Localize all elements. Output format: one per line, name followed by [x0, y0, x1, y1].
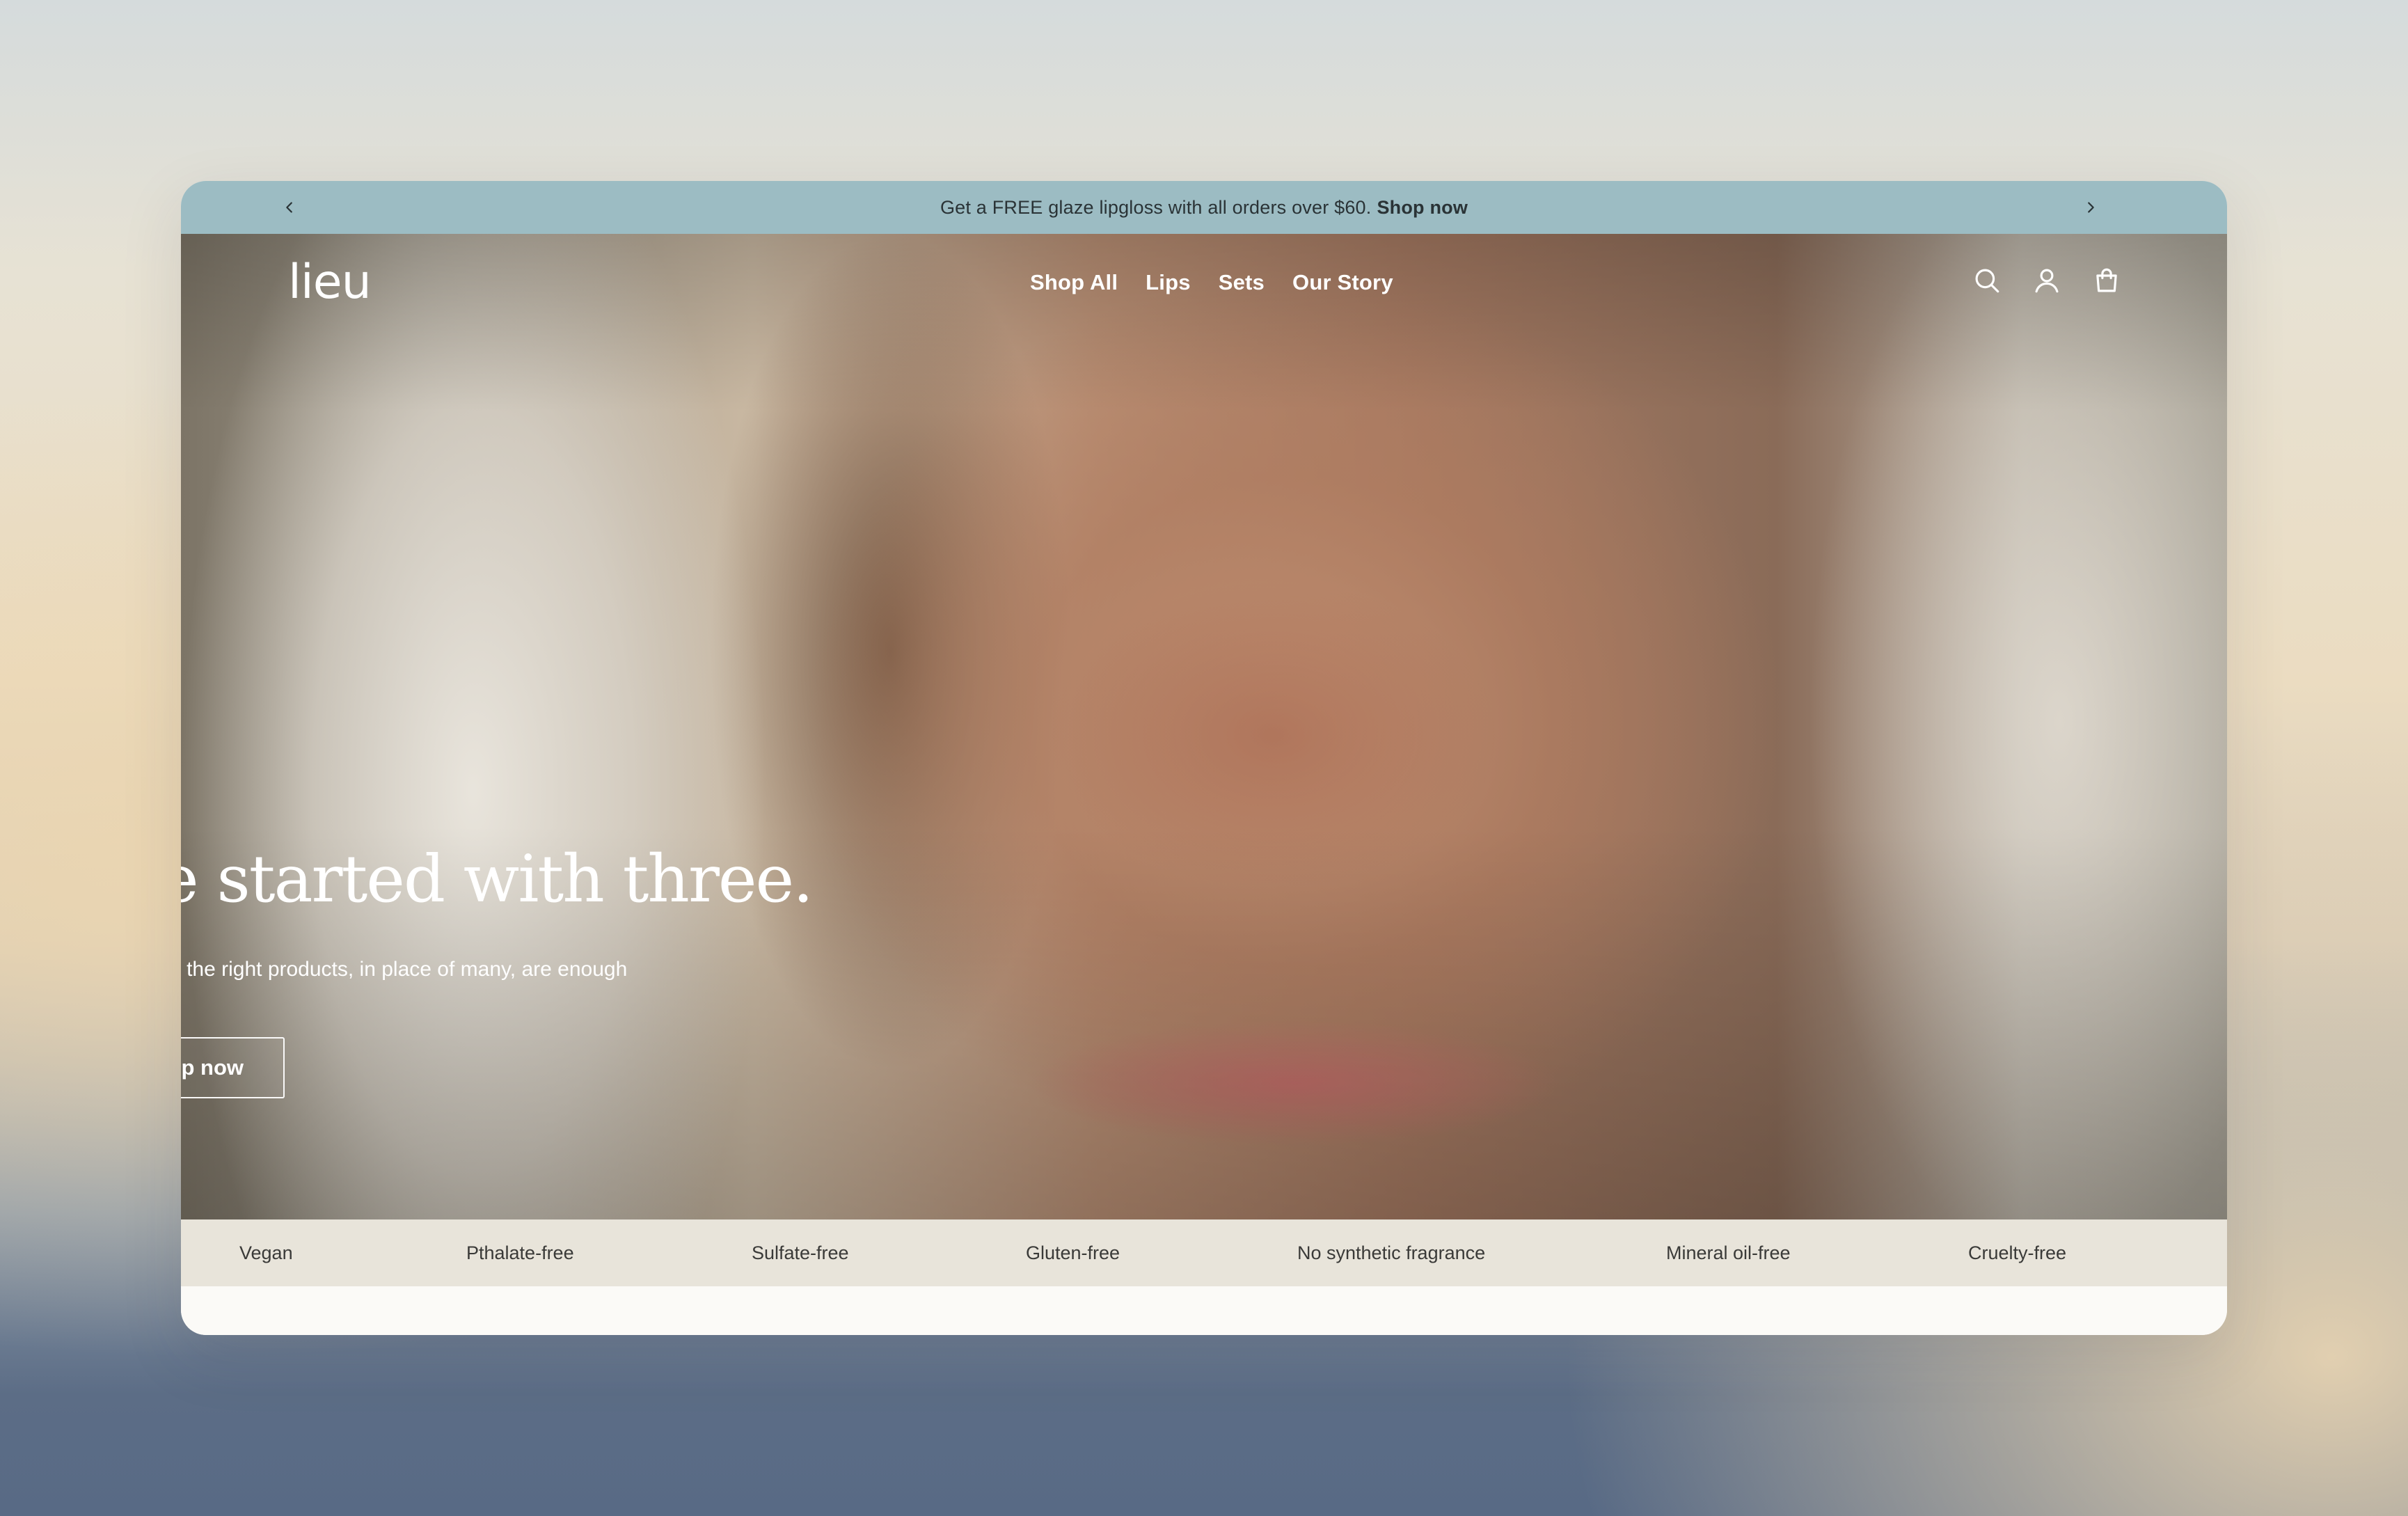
cart-button[interactable]	[2091, 264, 2123, 297]
product-attributes-bar: Vegan Pthalate-free Sulfate-free Gluten-…	[181, 1219, 2227, 1286]
attribute-pthalate-free: Pthalate-free	[466, 1242, 574, 1263]
site-logo[interactable]: lieu	[288, 255, 372, 310]
attribute-no-synthetic-fragrance: No synthetic fragrance	[1297, 1242, 1486, 1263]
attribute-gluten-free: Gluten-free	[1026, 1242, 1120, 1263]
attribute-sulfate-free: Sulfate-free	[752, 1242, 849, 1263]
hero-shop-now-button[interactable]: Shop now	[181, 1037, 285, 1098]
hero-section: lieu Shop All Lips Sets Our Story	[181, 234, 2227, 1219]
shopping-bag-icon	[2096, 268, 2117, 292]
main-nav: Shop All Lips Sets Our Story	[1030, 270, 1393, 295]
announcement-shop-now-link[interactable]: Shop now	[1377, 197, 1468, 219]
browser-window: Get a FREE glaze lipgloss with all order…	[181, 181, 2227, 1335]
attribute-cruelty-free: Cruelty-free	[1968, 1242, 2067, 1263]
search-button[interactable]	[1971, 264, 2003, 297]
search-icon	[1975, 269, 1999, 293]
hero-image	[181, 234, 2227, 1219]
nav-lips[interactable]: Lips	[1146, 270, 1191, 295]
nav-our-story[interactable]: Our Story	[1292, 270, 1393, 295]
chevron-left-icon	[286, 202, 292, 213]
chevron-right-icon	[2088, 202, 2094, 213]
nav-shop-all[interactable]: Shop All	[1030, 270, 1118, 295]
nav-sets[interactable]: Sets	[1219, 270, 1265, 295]
content-area	[181, 1286, 2227, 1335]
attribute-mineral-oil-free: Mineral oil-free	[1666, 1242, 1791, 1263]
attribute-vegan: Vegan	[239, 1242, 293, 1263]
hero-headline: We started with three.	[181, 842, 814, 917]
hero-subheadline: Because the right products, in place of …	[181, 958, 628, 981]
announcement-bar: Get a FREE glaze lipgloss with all order…	[181, 181, 2227, 234]
announcement-message: Get a FREE glaze lipgloss with all order…	[940, 196, 1372, 218]
announcement-prev-button[interactable]	[269, 181, 310, 234]
site-header: lieu Shop All Lips Sets Our Story	[181, 234, 2227, 331]
header-icons	[1971, 264, 2123, 297]
account-button[interactable]	[2031, 264, 2063, 297]
account-icon	[2035, 269, 2059, 293]
announcement-next-button[interactable]	[2070, 181, 2112, 234]
